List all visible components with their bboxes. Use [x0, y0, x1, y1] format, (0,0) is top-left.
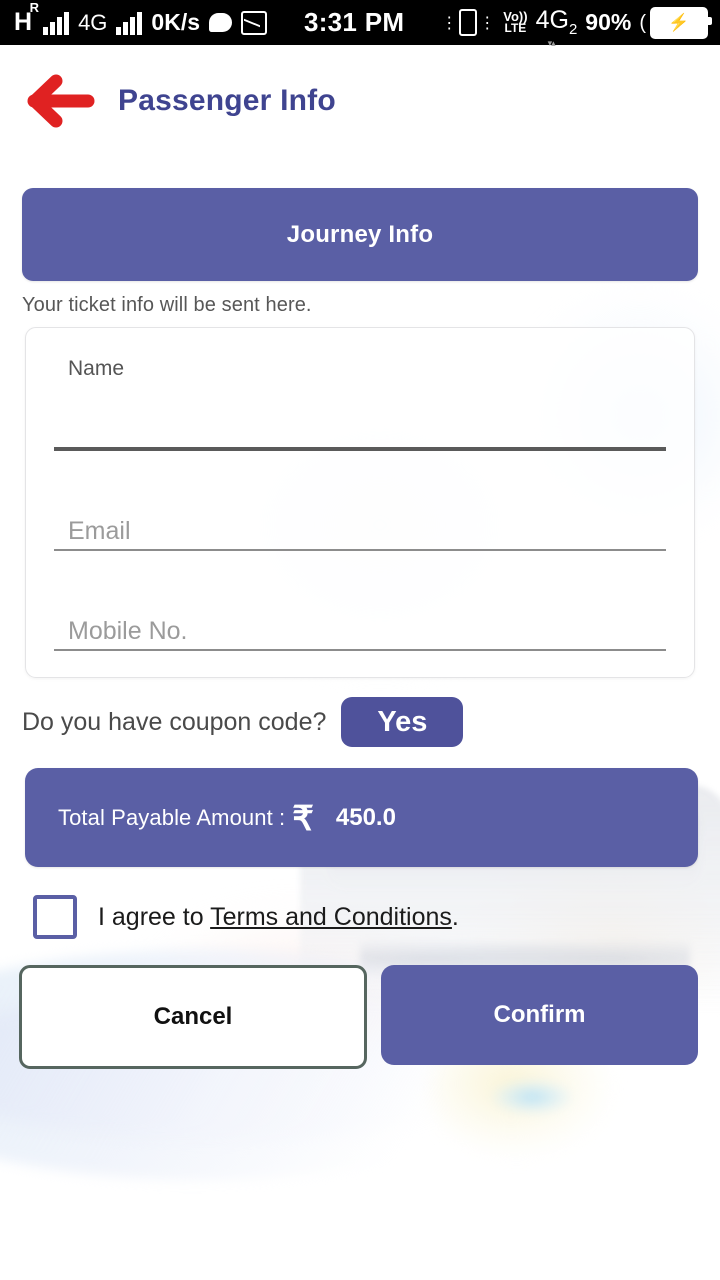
coupon-row: Do you have coupon code? Yes	[22, 697, 720, 747]
coupon-yes-label: Yes	[377, 705, 428, 738]
confirm-button[interactable]: Confirm	[381, 965, 698, 1065]
app-header: Passenger Info	[0, 45, 720, 157]
total-payable-value: 450.0	[335, 803, 396, 831]
name-field[interactable]: Name	[54, 350, 666, 451]
rupee-symbol-icon: ₹	[292, 799, 314, 838]
terms-and-conditions-link[interactable]: Terms and Conditions	[210, 903, 452, 931]
name-field-label: Name	[68, 357, 125, 380]
sim-network-label: 4G	[535, 6, 569, 34]
email-field-placeholder: Email	[68, 517, 131, 545]
network-type-indicator: HR	[14, 1, 39, 35]
mobile-field[interactable]: Mobile No.	[54, 551, 666, 651]
sim-network-indicator: 4G2	[535, 6, 578, 49]
ticket-info-note: Your ticket info will be sent here.	[22, 294, 312, 316]
main-content: Journey Info Your ticket info will be se…	[0, 157, 720, 1069]
battery-charging-icon: ⚡	[650, 6, 712, 39]
mobile-field-placeholder: Mobile No.	[68, 617, 188, 645]
sim-index-label: 2	[568, 21, 578, 38]
battery-percent-label: 90%	[585, 9, 632, 35]
terms-text: I agree to Terms and Conditions.	[98, 903, 459, 932]
total-payable-label: Total Payable Amount :	[58, 804, 286, 830]
data-speed-label: 0K/s	[151, 9, 201, 35]
status-bar-clock: 3:31 PM	[303, 7, 405, 37]
terms-row: I agree to Terms and Conditions.	[33, 895, 720, 939]
volte-bottom-label: LTE	[504, 20, 527, 35]
signal-strength-icon-1	[43, 11, 70, 35]
terms-suffix-label: .	[451, 902, 459, 931]
cancel-button-label: Cancel	[153, 1003, 233, 1030]
roaming-indicator: R	[29, 0, 40, 15]
network-4g-label: 4G	[78, 9, 108, 35]
terms-checkbox[interactable]	[33, 895, 77, 939]
email-field[interactable]: Email	[54, 451, 666, 551]
confirm-button-label: Confirm	[493, 1001, 586, 1028]
envelope-icon	[241, 10, 268, 35]
arrow-left-icon	[27, 74, 95, 128]
page-title: Passenger Info	[118, 84, 336, 117]
action-buttons-row: Cancel Confirm	[19, 965, 698, 1069]
chat-bubble-icon	[209, 13, 233, 32]
cancel-button[interactable]: Cancel	[19, 965, 367, 1069]
volte-icon: Vo)) LTE	[503, 9, 527, 35]
battery-tick-decor: (	[639, 11, 646, 34]
journey-info-label: Journey Info	[286, 220, 434, 248]
status-bar: HR 4G 0K/s 3:31 PM ⋮⋮ Vo)) LTE 4G2 90% (	[0, 0, 720, 49]
signal-strength-icon-2	[116, 11, 143, 35]
mobile-field-underline	[54, 649, 666, 651]
watermark-blur-cyan	[492, 1080, 572, 1114]
total-payable-amount-box: Total Payable Amount : ₹ 450.0	[25, 768, 698, 867]
status-bar-right-group: ⋮⋮ Vo)) LTE 4G2 90% ( ⚡	[441, 6, 720, 49]
journey-info-button[interactable]: Journey Info	[22, 188, 698, 281]
coupon-question-label: Do you have coupon code?	[22, 707, 327, 736]
vibrate-icon: ⋮ ⋮	[441, 9, 495, 36]
back-button[interactable]	[14, 55, 106, 147]
app-screen: HR 4G 0K/s 3:31 PM ⋮⋮ Vo)) LTE 4G2 90% (	[0, 0, 720, 1280]
coupon-yes-button[interactable]: Yes	[341, 697, 464, 747]
terms-prefix-label: I agree to	[98, 902, 211, 931]
status-bar-left-group: HR 4G 0K/s	[0, 1, 268, 35]
passenger-form-card: Name Email Mobile No.	[25, 327, 695, 678]
